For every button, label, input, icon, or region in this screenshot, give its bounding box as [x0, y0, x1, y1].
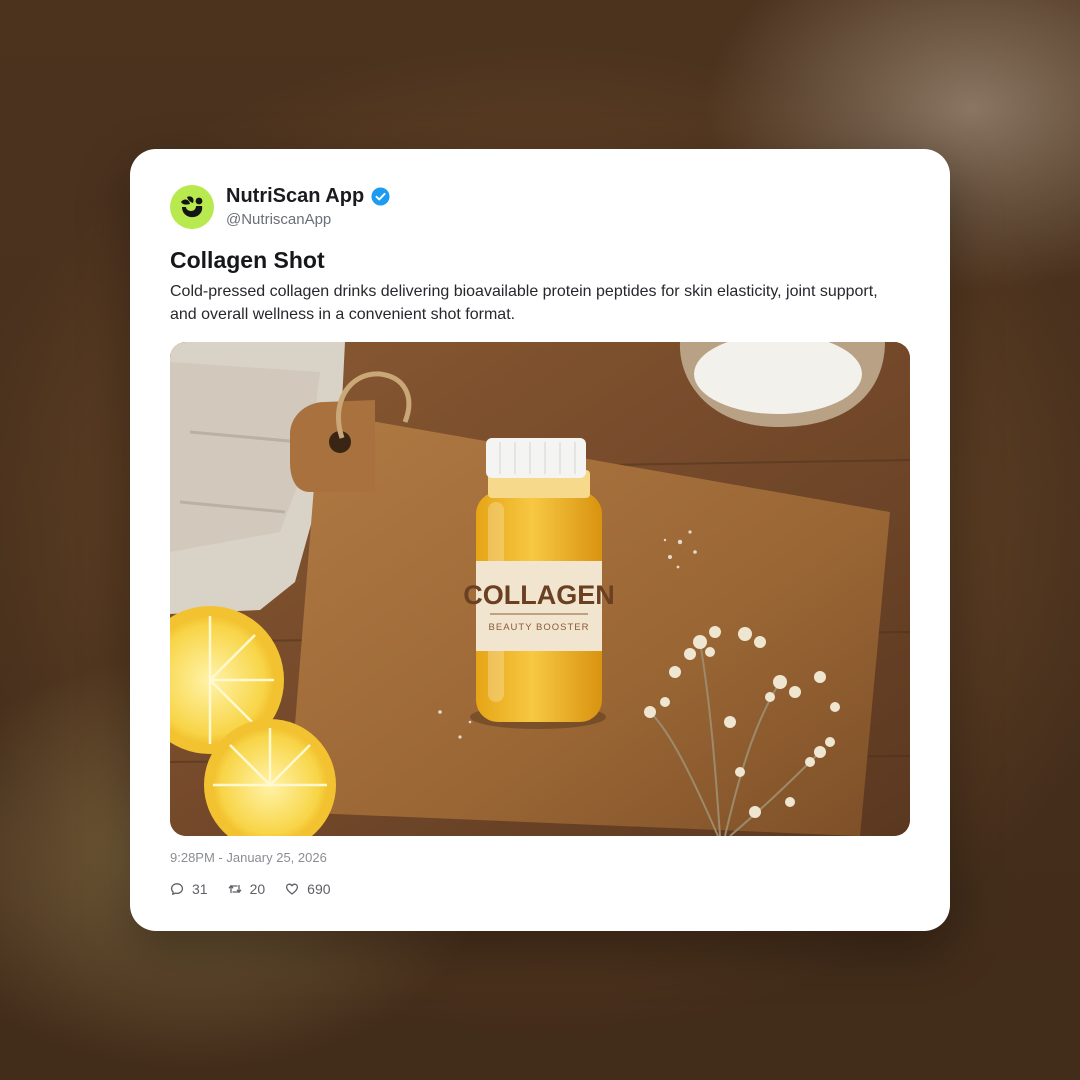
avatar[interactable] — [170, 185, 214, 229]
post-title: Collagen Shot — [170, 247, 325, 273]
heart-icon — [286, 883, 299, 895]
post-card: NutriScan App @NutriscanApp Collagen Sho… — [130, 149, 950, 931]
bottle-label-sub: BEAUTY BOOSTER — [489, 622, 590, 633]
verified-badge-icon — [371, 187, 390, 206]
product-photo: COLLAGEN BEAUTY BOOSTER — [170, 342, 910, 836]
post-image[interactable]: COLLAGEN BEAUTY BOOSTER — [170, 342, 910, 836]
repost-count: 20 — [249, 881, 266, 897]
like-action[interactable]: 690 — [285, 881, 331, 897]
reply-action[interactable]: 31 — [170, 881, 208, 897]
author-display-name[interactable]: NutriScan App — [226, 185, 364, 208]
reply-icon — [170, 883, 184, 895]
author-name-row: NutriScan App — [226, 185, 390, 208]
reply-count: 31 — [192, 881, 208, 897]
repost-action[interactable]: 20 — [228, 881, 266, 897]
repost-icon — [228, 884, 241, 894]
engagement-stats: 31 20 690 — [170, 881, 331, 897]
post-description: Cold-pressed collagen drinks delivering … — [170, 283, 878, 323]
author-handle[interactable]: @NutriscanApp — [226, 211, 331, 228]
bottle-label-main: COLLAGEN — [463, 580, 615, 610]
post-timestamp[interactable]: 9:28PM - January 25, 2026 — [170, 850, 327, 865]
like-count: 690 — [307, 881, 331, 897]
leaf-logo-icon — [181, 196, 203, 218]
